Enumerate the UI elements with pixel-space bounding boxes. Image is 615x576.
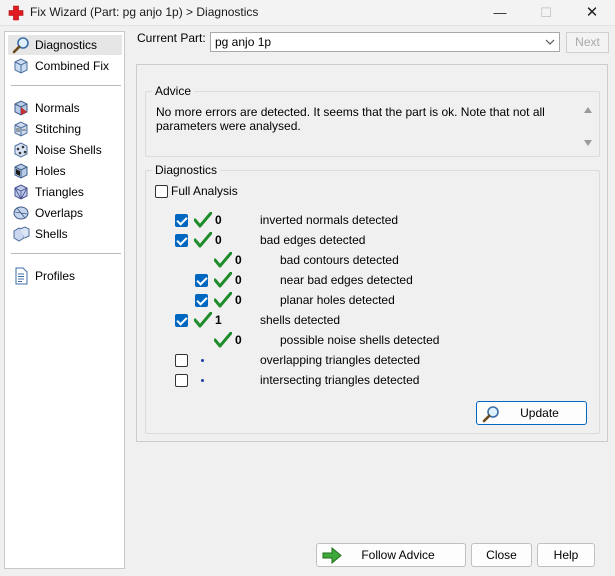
holes-cube-icon [14,163,28,179]
shells-checkbox[interactable] [175,314,188,327]
chevron-down-icon [545,39,555,45]
shells-count: 1 [215,313,222,327]
bad-contours-count: 0 [235,253,242,267]
near-bad-edges-count: 0 [235,273,242,287]
sidebar-item-stitching[interactable]: Stitching [8,119,122,139]
sidebar-item-label: Stitching [35,122,82,136]
green-check-icon [194,312,212,328]
planar-holes-count: 0 [235,293,242,307]
sidebar-item-label: Triangles [35,185,84,199]
advice-group: Advice No more errors are detected. It s… [145,84,600,157]
sidebar-item-label: Combined Fix [35,59,110,73]
bad-contours-label: bad contours detected [280,253,399,267]
sidebar-divider [11,85,121,86]
scroll-up-icon[interactable] [583,106,593,114]
noise-shells-label: possible noise shells detected [280,333,440,347]
intersecting-triangles-checkbox[interactable] [175,374,188,387]
planar-holes-label: planar holes detected [280,293,395,307]
shells-icon [13,226,30,242]
minimize-button[interactable]: — [477,0,523,26]
help-button[interactable]: Help [537,543,595,567]
sidebar-item-normals[interactable]: Normals [8,98,122,118]
sidebar-divider [11,253,121,254]
green-check-icon [214,292,232,308]
sidebar-item-overlaps[interactable]: Overlaps [8,203,122,223]
scroll-down-icon[interactable] [583,139,593,147]
pending-dot-icon [201,379,204,382]
sidebar-item-label: Overlaps [35,206,84,220]
update-button-label: Update [520,406,559,420]
sidebar-item-combined-fix[interactable]: Combined Fix [8,56,122,76]
cube-icon [14,58,28,74]
inverted-normals-count: 0 [215,213,222,227]
sidebar-item-label: Normals [35,101,80,115]
near-bad-edges-checkbox[interactable] [195,274,208,287]
title-bar[interactable]: Fix Wizard (Part: pg anjo 1p) > Diagnost… [0,0,615,26]
maximize-button[interactable]: ☐ [523,0,569,26]
close-window-button[interactable]: ✕ [569,0,615,26]
bad-edges-label: bad edges detected [260,233,366,247]
sidebar-item-label: Noise Shells [35,143,102,157]
planar-holes-checkbox[interactable] [195,294,208,307]
normals-cube-icon [14,100,28,116]
noise-shells-count: 0 [235,333,242,347]
intersecting-triangles-label: intersecting triangles detected [260,373,420,387]
sidebar-item-shells[interactable]: Shells [8,224,122,244]
document-icon [15,267,28,285]
sidebar-item-holes[interactable]: Holes [8,161,122,181]
green-check-icon [214,272,232,288]
sidebar-item-noise-shells[interactable]: Noise Shells [8,140,122,160]
sidebar-item-label: Diagnostics [35,38,98,52]
green-check-icon [194,232,212,248]
near-bad-edges-label: near bad edges detected [280,273,413,287]
sidebar-item-label: Holes [35,164,66,178]
full-analysis-label: Full Analysis [171,184,238,198]
current-part-dropdown[interactable]: pg anjo 1p [210,32,560,52]
update-button[interactable]: Update [476,401,587,425]
sidebar-item-diagnostics[interactable]: Diagnostics [8,35,122,55]
red-cross-icon [8,5,24,21]
green-check-icon [194,212,212,228]
triangles-cube-icon [14,184,28,200]
sidebar-item-label: Profiles [35,269,76,283]
main-panel: Advice No more errors are detected. It s… [136,64,608,442]
window-title: Fix Wizard (Part: pg anjo 1p) > Diagnost… [30,5,259,19]
follow-advice-button[interactable]: Follow Advice [316,543,466,567]
follow-advice-label: Follow Advice [361,548,435,562]
current-part-value: pg anjo 1p [215,35,272,49]
diagnostics-group: Diagnostics Full Analysis 0 inverted nor… [145,163,600,434]
sidebar-item-profiles[interactable]: Profiles [8,266,122,286]
noise-shells-icon [14,142,28,158]
sidebar: Diagnostics Combined Fix Normals Stitchi… [4,31,125,569]
shells-label: shells detected [260,313,341,327]
overlaps-icon [13,206,29,220]
green-check-icon [214,252,232,268]
sidebar-item-triangles[interactable]: Triangles [8,182,122,202]
green-check-icon [214,332,232,348]
advice-text: No more errors are detected. It seems th… [156,105,545,133]
pending-dot-icon [201,359,204,362]
bad-edges-count: 0 [215,233,222,247]
magnifier-icon [12,37,29,54]
full-analysis-checkbox[interactable] [155,185,168,198]
bad-edges-checkbox[interactable] [175,234,188,247]
inverted-normals-label: inverted normals detected [260,213,399,227]
overlapping-triangles-label: overlapping triangles detected [260,353,421,367]
sidebar-item-label: Shells [35,227,68,241]
diagnostics-title: Diagnostics [152,163,221,177]
stitching-cube-icon [14,121,28,137]
next-button[interactable]: Next [566,32,609,53]
current-part-label: Current Part: [137,31,206,45]
close-button[interactable]: Close [471,543,532,567]
overlapping-triangles-checkbox[interactable] [175,354,188,367]
inverted-normals-checkbox[interactable] [175,214,188,227]
advice-title: Advice [152,84,195,98]
